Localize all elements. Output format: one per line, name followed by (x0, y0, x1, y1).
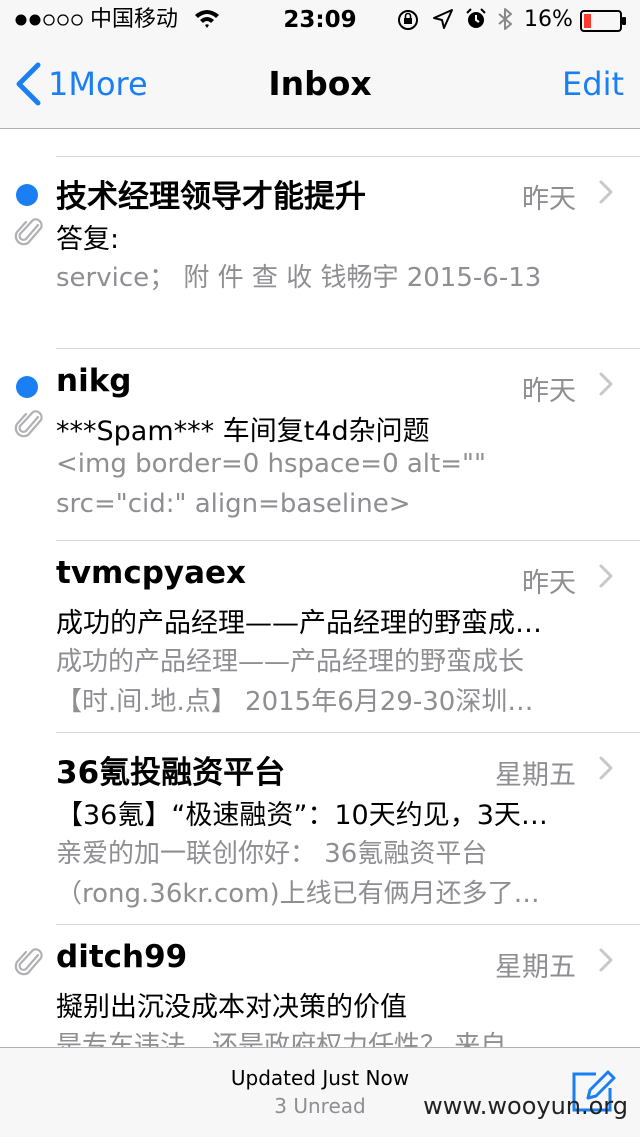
alarm-icon (464, 7, 488, 39)
paperclip-icon (14, 407, 44, 445)
message-preview-line1: <img border=0 hspace=0 alt="" (56, 449, 486, 479)
chevron-right-icon (598, 947, 614, 977)
message-list: 技术经理领导才能提升 昨天 答复: service； 附 件 查 收 钱畅宇 2… (0, 129, 640, 1047)
status-bar: 中国移动 23:09 16% (0, 0, 640, 40)
sender-name: ditch99 (56, 939, 188, 975)
chevron-right-icon (598, 371, 614, 401)
message-date: 昨天 (522, 376, 576, 407)
sender-name: 技术经理领导才能提升 (56, 179, 366, 215)
navigation-bar: 1More Inbox Edit (0, 40, 640, 129)
location-icon (432, 8, 454, 38)
edit-button[interactable]: Edit (562, 40, 624, 128)
chevron-right-icon (598, 755, 614, 785)
message-date: 昨天 (522, 184, 576, 215)
unread-dot-icon (16, 184, 38, 206)
message-preview-line2: src="cid:" align=baseline> (56, 489, 411, 519)
message-preview-line1: service； 附 件 查 收 钱畅宇 2015-6-13 (56, 263, 542, 293)
message-subject: 答复: (56, 224, 120, 255)
chevron-right-icon (598, 179, 614, 209)
message-subject: ***Spam*** 车间复t4d杂问题 (56, 416, 430, 447)
page-title: Inbox (268, 64, 372, 103)
message-row[interactable]: nikg 昨天 ***Spam*** 车间复t4d杂问题 <img border… (0, 349, 640, 540)
paperclip-icon (14, 945, 44, 983)
battery-icon (580, 10, 628, 40)
sender-name: nikg (56, 363, 132, 399)
sender-name: 36氪投融资平台 (56, 755, 286, 791)
message-preview-line1: 亲爱的加一联创你好： 36氪融资平台 (56, 839, 488, 869)
message-row[interactable]: tvmcpyaex 昨天 成功的产品经理——产品经理的野蛮成… 成功的产品经理—… (0, 541, 640, 732)
message-row[interactable]: 技术经理领导才能提升 昨天 答复: service； 附 件 查 收 钱畅宇 2… (0, 157, 640, 348)
message-row[interactable]: ditch99 星期五 擬别出沉没成本对决策的价值 是专车违法，还是政府权力任性… (0, 925, 640, 1047)
bluetooth-icon (497, 7, 513, 39)
message-preview-line2: 【时.间.地.点】 2015年6月29-30深圳… (56, 687, 534, 717)
message-subject: 【36氪】“极速融资”：10天约见，3天… (56, 800, 548, 831)
message-preview-line2: （rong.36kr.com)上线已有俩月还多了… (56, 879, 540, 909)
watermark: www.wooyun.org (423, 1092, 628, 1120)
battery-percent: 16% (524, 7, 573, 32)
chevron-right-icon (598, 563, 614, 593)
sender-name: tvmcpyaex (56, 555, 247, 591)
message-date: 星期五 (495, 760, 576, 791)
message-preview-line1: 成功的产品经理——产品经理的野蛮成长 (56, 647, 525, 677)
bottom-toolbar: Updated Just Now 3 Unread www.wooyun.org (0, 1047, 640, 1137)
message-subject: 擬别出沉没成本对决策的价值 (56, 992, 407, 1023)
unread-dot-icon (16, 376, 38, 398)
message-row[interactable]: 36氪投融资平台 星期五 【36氪】“极速融资”：10天约见，3天… 亲爱的加一… (0, 733, 640, 924)
update-status: Updated Just Now (230, 1066, 410, 1090)
paperclip-icon (14, 215, 44, 253)
message-preview-line1: 是专车违法，还是政府权力任性？ 来自 (56, 1031, 507, 1047)
message-date: 昨天 (522, 568, 576, 599)
message-date: 星期五 (495, 952, 576, 983)
message-subject: 成功的产品经理——产品经理的野蛮成… (56, 608, 542, 639)
orientation-lock-icon (396, 8, 420, 40)
